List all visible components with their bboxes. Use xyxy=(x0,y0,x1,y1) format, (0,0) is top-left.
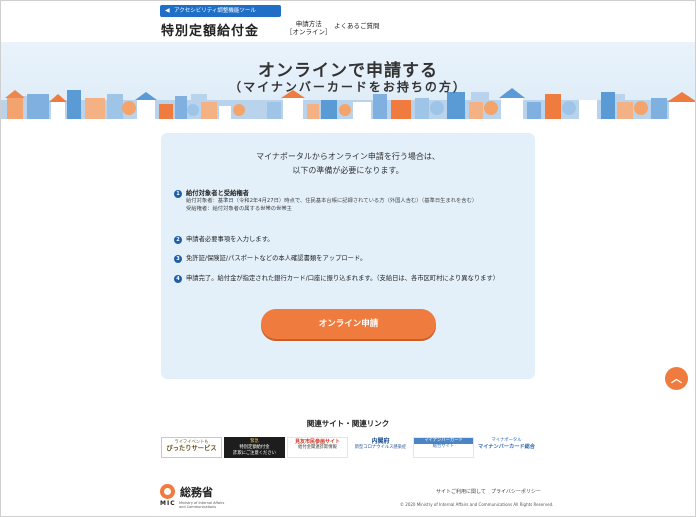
banner-cabinet-office[interactable]: 内閣府 新型コロナウイルス感染症 xyxy=(350,437,411,458)
step-number: 3 xyxy=(174,255,182,263)
step-item: 2 申請者必要事項を入力します。 xyxy=(174,236,524,246)
application-guide-card: マイナポータルからオンライン申請を行う場合は、 以下の準備が必要になります。 1… xyxy=(161,133,535,379)
intro-line-1: マイナポータルからオンライン申請を行う場合は、 xyxy=(256,152,440,161)
speaker-icon: ◀ xyxy=(165,7,170,14)
step-detail: 給付対象者：基準日（令和2年4月27日）時点で、住民基本台帳に記録されている方（… xyxy=(186,198,477,213)
banner-line-2: マイナンバーカード総合 xyxy=(478,444,535,450)
step-number: 4 xyxy=(174,275,182,283)
step-detail-line-2: 受給権者：給付対象者の属する世帯の世帯主 xyxy=(186,205,292,212)
hero-subtitle: （マイナンバーカードをお持ちの方） xyxy=(229,80,467,94)
intro-line-2: 以下の準備が必要になります。 xyxy=(292,166,404,175)
nav-apply-online[interactable]: 申請方法 ［オンライン］ xyxy=(286,20,332,36)
ministry-name[interactable]: 総務省 xyxy=(180,484,213,500)
step-detail-line-1: 給付対象者：基準日（令和2年4月27日）時点で、住民基本台帳に記録されている方（… xyxy=(186,198,478,204)
copyright: © 2020 Ministry of Internal Affairs and … xyxy=(400,502,554,507)
banner-line-2: 新型コロナウイルス感染症 xyxy=(354,445,407,450)
ministry-logo-icon xyxy=(160,484,175,499)
step-title: 免許証/保険証/パスポートなどの本人確認書類をアップロード。 xyxy=(186,255,367,262)
step-title: 申請者必要事項を入力します。 xyxy=(186,236,274,243)
banner-line-2: ぴったりサービス xyxy=(166,445,217,452)
banner-line-2: 総合サイト xyxy=(432,444,455,449)
banner-line-2: 給付金関連詐欺情報 xyxy=(298,445,337,450)
nav-faq[interactable]: よくあるご質問 xyxy=(334,20,380,30)
site-title[interactable]: 特別定額給付金 xyxy=(161,20,259,39)
step-number: 2 xyxy=(174,236,182,244)
nav-apply-label: 申請方法 xyxy=(295,20,322,28)
hero-banner: オンラインで申請する （マイナンバーカードをお持ちの方） xyxy=(1,42,695,119)
banner-pittari-service[interactable]: ライフイベントも ぴったりサービス xyxy=(161,437,222,458)
related-links-title: 関連サイト・関連リンク xyxy=(306,419,390,428)
step-item: 3 免許証/保険証/パスポートなどの本人確認書類をアップロード。 xyxy=(174,255,524,265)
privacy-policy-link[interactable]: プライバシーポリシー xyxy=(491,488,541,495)
banner-mynaportal[interactable]: マイナポータル マイナンバーカード総合 xyxy=(476,437,537,458)
mic-full-name: Ministry of Internal Affairs and Communi… xyxy=(179,501,224,509)
mic-acronym: MIC xyxy=(160,500,176,507)
nav-apply-sub: ［オンライン］ xyxy=(286,28,332,36)
back-to-top-button[interactable]: ︿ xyxy=(665,367,688,390)
step-item: 4 申請完了。給付金が指定された銀行カード/口座に振り込まれます。（支給日は、各… xyxy=(174,275,524,285)
step-title: 給付対象者と受給権者 xyxy=(186,190,249,197)
step-title: 申請完了。給付金が指定された銀行カード/口座に振り込まれます。（支給日は、各市区… xyxy=(186,275,500,282)
site-usage-link[interactable]: サイトご利用に関して xyxy=(436,488,486,495)
step-number: 1 xyxy=(174,190,182,198)
banner-citizen-site[interactable]: 見友市民参画サイト 給付金関連詐欺情報 xyxy=(287,437,348,458)
banner-mynumber-card[interactable]: マイナンバーカード 総合サイト xyxy=(413,437,474,458)
banner-line-3: 詐欺にご注意ください xyxy=(233,451,276,456)
card-intro: マイナポータルからオンライン申請を行う場合は、 以下の準備が必要になります。 xyxy=(161,150,535,178)
step-item: 1 給付対象者と受給権者 給付対象者：基準日（令和2年4月27日）時点で、住民基… xyxy=(174,190,524,224)
accessibility-tool-button[interactable]: ◀ アクセシビリティ調整機能ツール xyxy=(160,5,281,17)
mic-full-name-line-2: and Communications xyxy=(179,505,217,509)
banner-fraud-warning[interactable]: 緊急 特別定額給付金 詐欺にご注意ください xyxy=(224,437,285,458)
accessibility-label: アクセシビリティ調整機能ツール xyxy=(174,8,256,14)
chevron-up-icon: ︿ xyxy=(671,372,682,385)
online-apply-button[interactable]: オンライン申請 xyxy=(261,309,436,339)
